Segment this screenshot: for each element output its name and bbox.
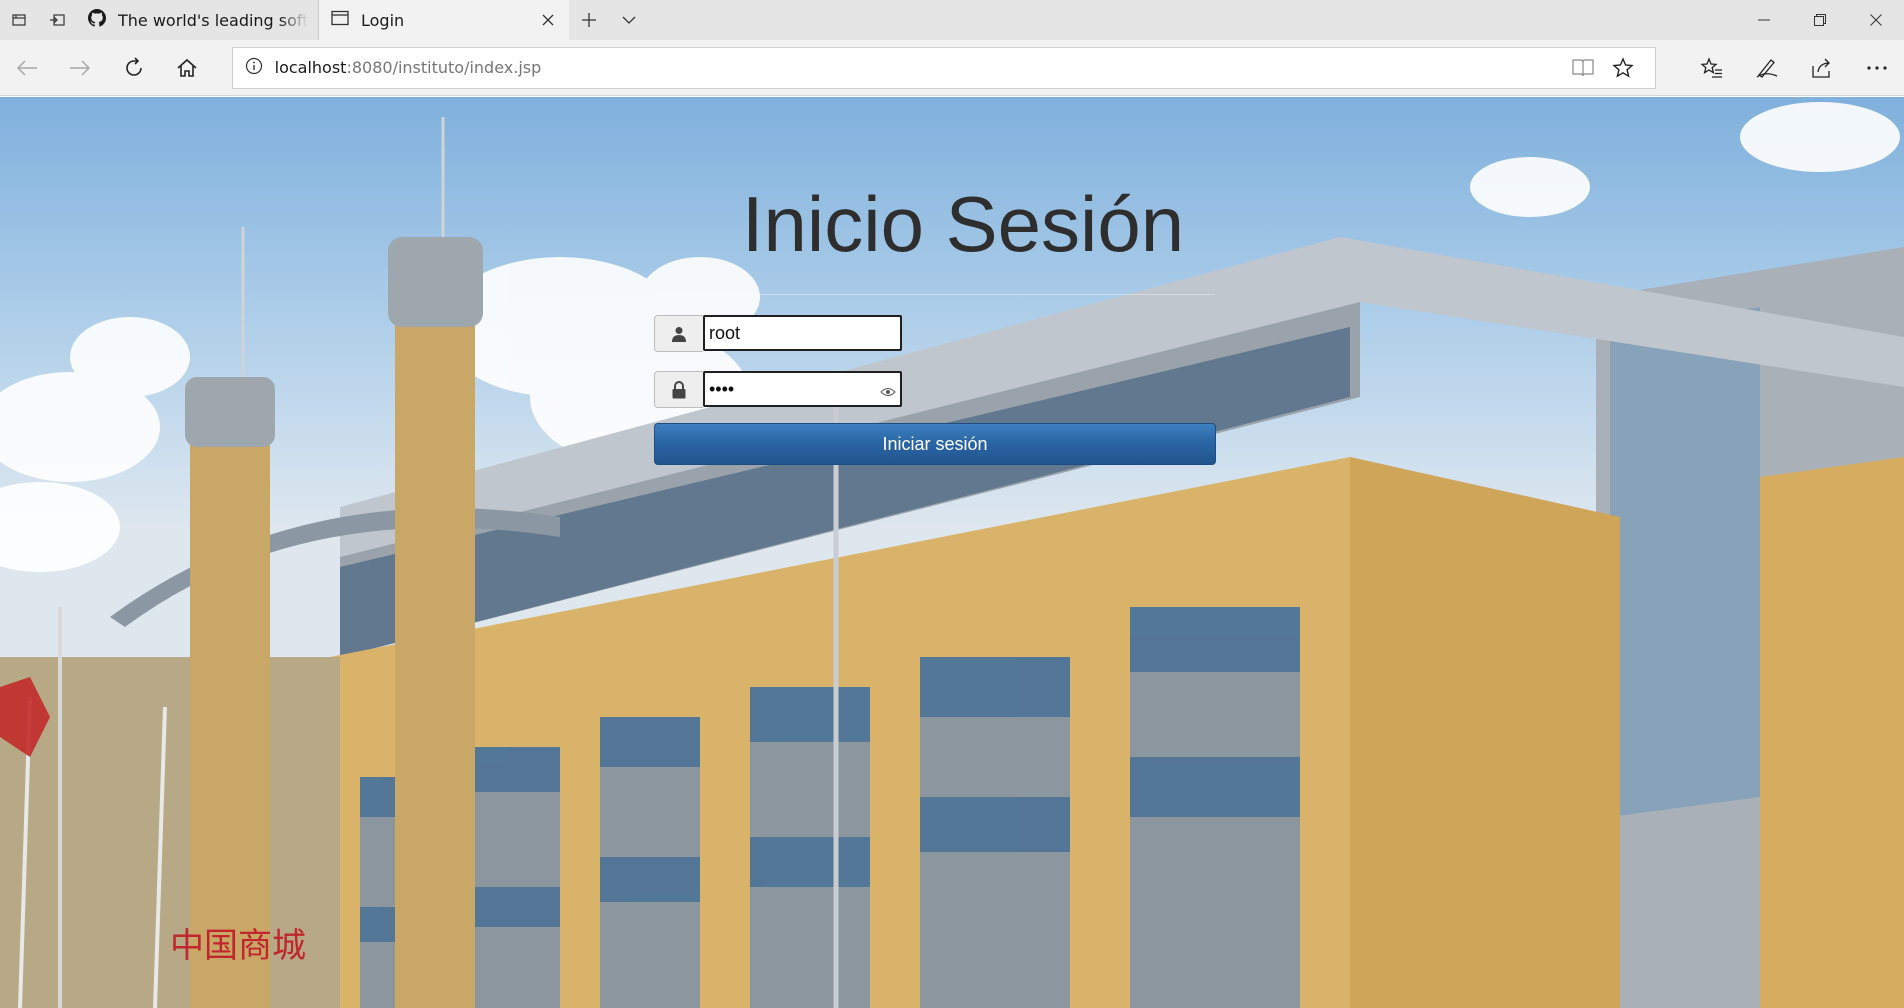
tab-label: Login bbox=[361, 10, 405, 30]
login-submit-button[interactable]: Iniciar sesión bbox=[654, 423, 1216, 465]
restore-button[interactable] bbox=[1792, 0, 1848, 40]
site-info-icon[interactable] bbox=[245, 57, 263, 79]
tab-manager-icon[interactable] bbox=[0, 0, 38, 40]
lock-icon bbox=[654, 371, 703, 408]
share-icon[interactable] bbox=[1794, 40, 1849, 96]
tab-login[interactable]: Login bbox=[319, 0, 569, 40]
title-divider bbox=[655, 294, 1215, 295]
favorites-hub-icon[interactable] bbox=[1684, 40, 1739, 96]
page-icon bbox=[331, 10, 349, 30]
password-field[interactable] bbox=[703, 371, 902, 407]
navigation-bar: localhost:8080/instituto/index.jsp bbox=[0, 40, 1904, 96]
page-content: 中国商城 Inicio Sesión root Iniciar sesión bbox=[0, 97, 1904, 1008]
tab-github[interactable]: The world's leading software development… bbox=[76, 0, 319, 40]
username-input[interactable] bbox=[709, 322, 896, 344]
url-host: localhost bbox=[274, 58, 347, 77]
username-field[interactable] bbox=[703, 315, 902, 351]
reveal-password-eye-icon[interactable] bbox=[880, 382, 896, 403]
reading-view-icon[interactable] bbox=[1563, 48, 1603, 88]
tab-strip: The world's leading software development… bbox=[0, 0, 1904, 40]
page-title: Inicio Sesión bbox=[741, 180, 1185, 268]
password-input[interactable] bbox=[709, 378, 896, 400]
username-group bbox=[654, 315, 1216, 352]
favorite-star-icon[interactable] bbox=[1603, 48, 1643, 88]
new-tab-button[interactable] bbox=[569, 0, 609, 40]
minimize-button[interactable] bbox=[1736, 0, 1792, 40]
github-icon bbox=[88, 9, 106, 31]
user-icon bbox=[654, 315, 703, 352]
login-form: Iniciar sesión bbox=[654, 315, 1216, 465]
set-tabs-aside-icon[interactable] bbox=[38, 0, 76, 40]
password-group bbox=[654, 371, 1216, 408]
address-bar[interactable]: localhost:8080/instituto/index.jsp bbox=[231, 46, 1657, 89]
url-text[interactable]: localhost:8080/instituto/index.jsp bbox=[275, 58, 1563, 77]
close-tab-icon[interactable] bbox=[537, 9, 559, 31]
close-window-button[interactable] bbox=[1848, 0, 1904, 40]
svg-text:中国商城: 中国商城 bbox=[170, 926, 306, 966]
home-button[interactable] bbox=[160, 40, 213, 96]
forward-button[interactable] bbox=[53, 40, 106, 96]
tab-label: The world's leading software development… bbox=[118, 10, 308, 30]
back-button[interactable] bbox=[0, 40, 53, 96]
refresh-button[interactable] bbox=[107, 40, 160, 96]
url-path: :8080/instituto/index.jsp bbox=[346, 58, 542, 77]
tab-preview-chevron-down-icon[interactable] bbox=[609, 0, 649, 40]
web-note-pen-icon[interactable] bbox=[1739, 40, 1794, 96]
more-options-icon[interactable] bbox=[1849, 40, 1904, 96]
